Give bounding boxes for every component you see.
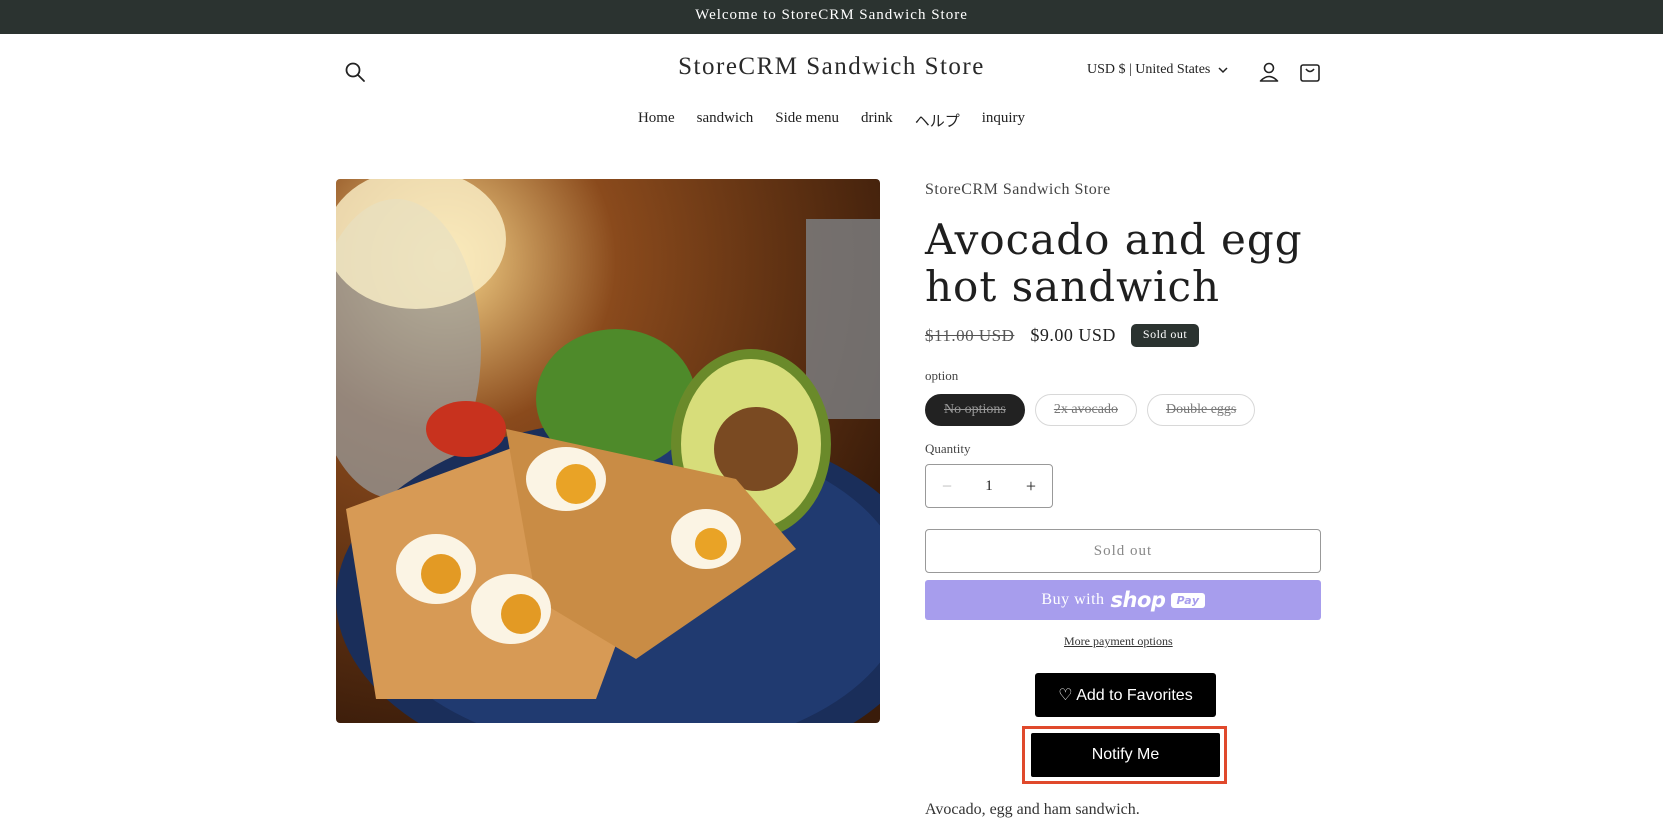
- option-label: option: [925, 368, 959, 383]
- sold-out-button[interactable]: Sold out: [925, 529, 1321, 573]
- currency-label: USD $ | United States: [1087, 62, 1211, 77]
- account-icon[interactable]: [1258, 61, 1280, 83]
- quantity-input[interactable]: 1: [985, 478, 993, 495]
- nav-item-home[interactable]: Home: [638, 110, 675, 131]
- product-vendor: StoreCRM Sandwich Store: [925, 181, 1111, 198]
- buy-with-label: Buy with: [1041, 591, 1105, 608]
- product-title: Avocado and egg hot sandwich: [925, 215, 1303, 311]
- nav-item-help[interactable]: ヘルプ: [915, 110, 960, 131]
- quantity-decrease-button[interactable]: −: [926, 476, 968, 497]
- quantity-label: Quantity: [925, 441, 971, 456]
- chevron-down-icon: [1218, 66, 1228, 73]
- main-nav: Home sandwich Side menu drink ヘルプ inquir…: [0, 110, 1663, 131]
- buy-with-shop-pay-button[interactable]: Buy with shop Pay: [925, 580, 1321, 620]
- nav-item-side-menu[interactable]: Side menu: [775, 110, 839, 131]
- product-description: Avocado, egg and ham sandwich.: [925, 801, 1140, 818]
- price-sale: $9.00 USD: [1030, 325, 1116, 345]
- announcement-bar: Welcome to StoreCRM Sandwich Store: [0, 0, 1663, 34]
- nav-item-inquiry[interactable]: inquiry: [982, 110, 1025, 131]
- quantity-stepper: − 1 +: [925, 464, 1053, 508]
- option-pills: No options 2x avocado Double eggs: [925, 394, 1256, 426]
- price-row: $11.00 USD $9.00 USD Sold out: [925, 324, 1200, 347]
- product-image[interactable]: [336, 179, 880, 723]
- pay-logo: Pay: [1171, 592, 1205, 608]
- option-double-eggs[interactable]: Double eggs: [1147, 394, 1256, 426]
- option-no-options[interactable]: No options: [925, 394, 1025, 426]
- nav-item-sandwich[interactable]: sandwich: [697, 110, 754, 131]
- nav-item-drink[interactable]: drink: [861, 110, 893, 131]
- more-payment-options-link[interactable]: More payment options: [1064, 634, 1173, 649]
- add-to-favorites-button[interactable]: ♡ Add to Favorites: [1035, 673, 1216, 717]
- shop-logo: shop: [1110, 588, 1166, 612]
- cart-icon[interactable]: [1298, 60, 1322, 84]
- price-original: $11.00 USD: [925, 325, 1015, 345]
- currency-selector[interactable]: USD $ | United States: [1087, 62, 1228, 78]
- quantity-increase-button[interactable]: +: [1010, 476, 1052, 497]
- status-badge: Sold out: [1130, 324, 1200, 347]
- notify-me-button[interactable]: Notify Me: [1031, 733, 1220, 777]
- store-title[interactable]: StoreCRM Sandwich Store: [0, 53, 1663, 81]
- option-2x-avocado[interactable]: 2x avocado: [1034, 394, 1137, 426]
